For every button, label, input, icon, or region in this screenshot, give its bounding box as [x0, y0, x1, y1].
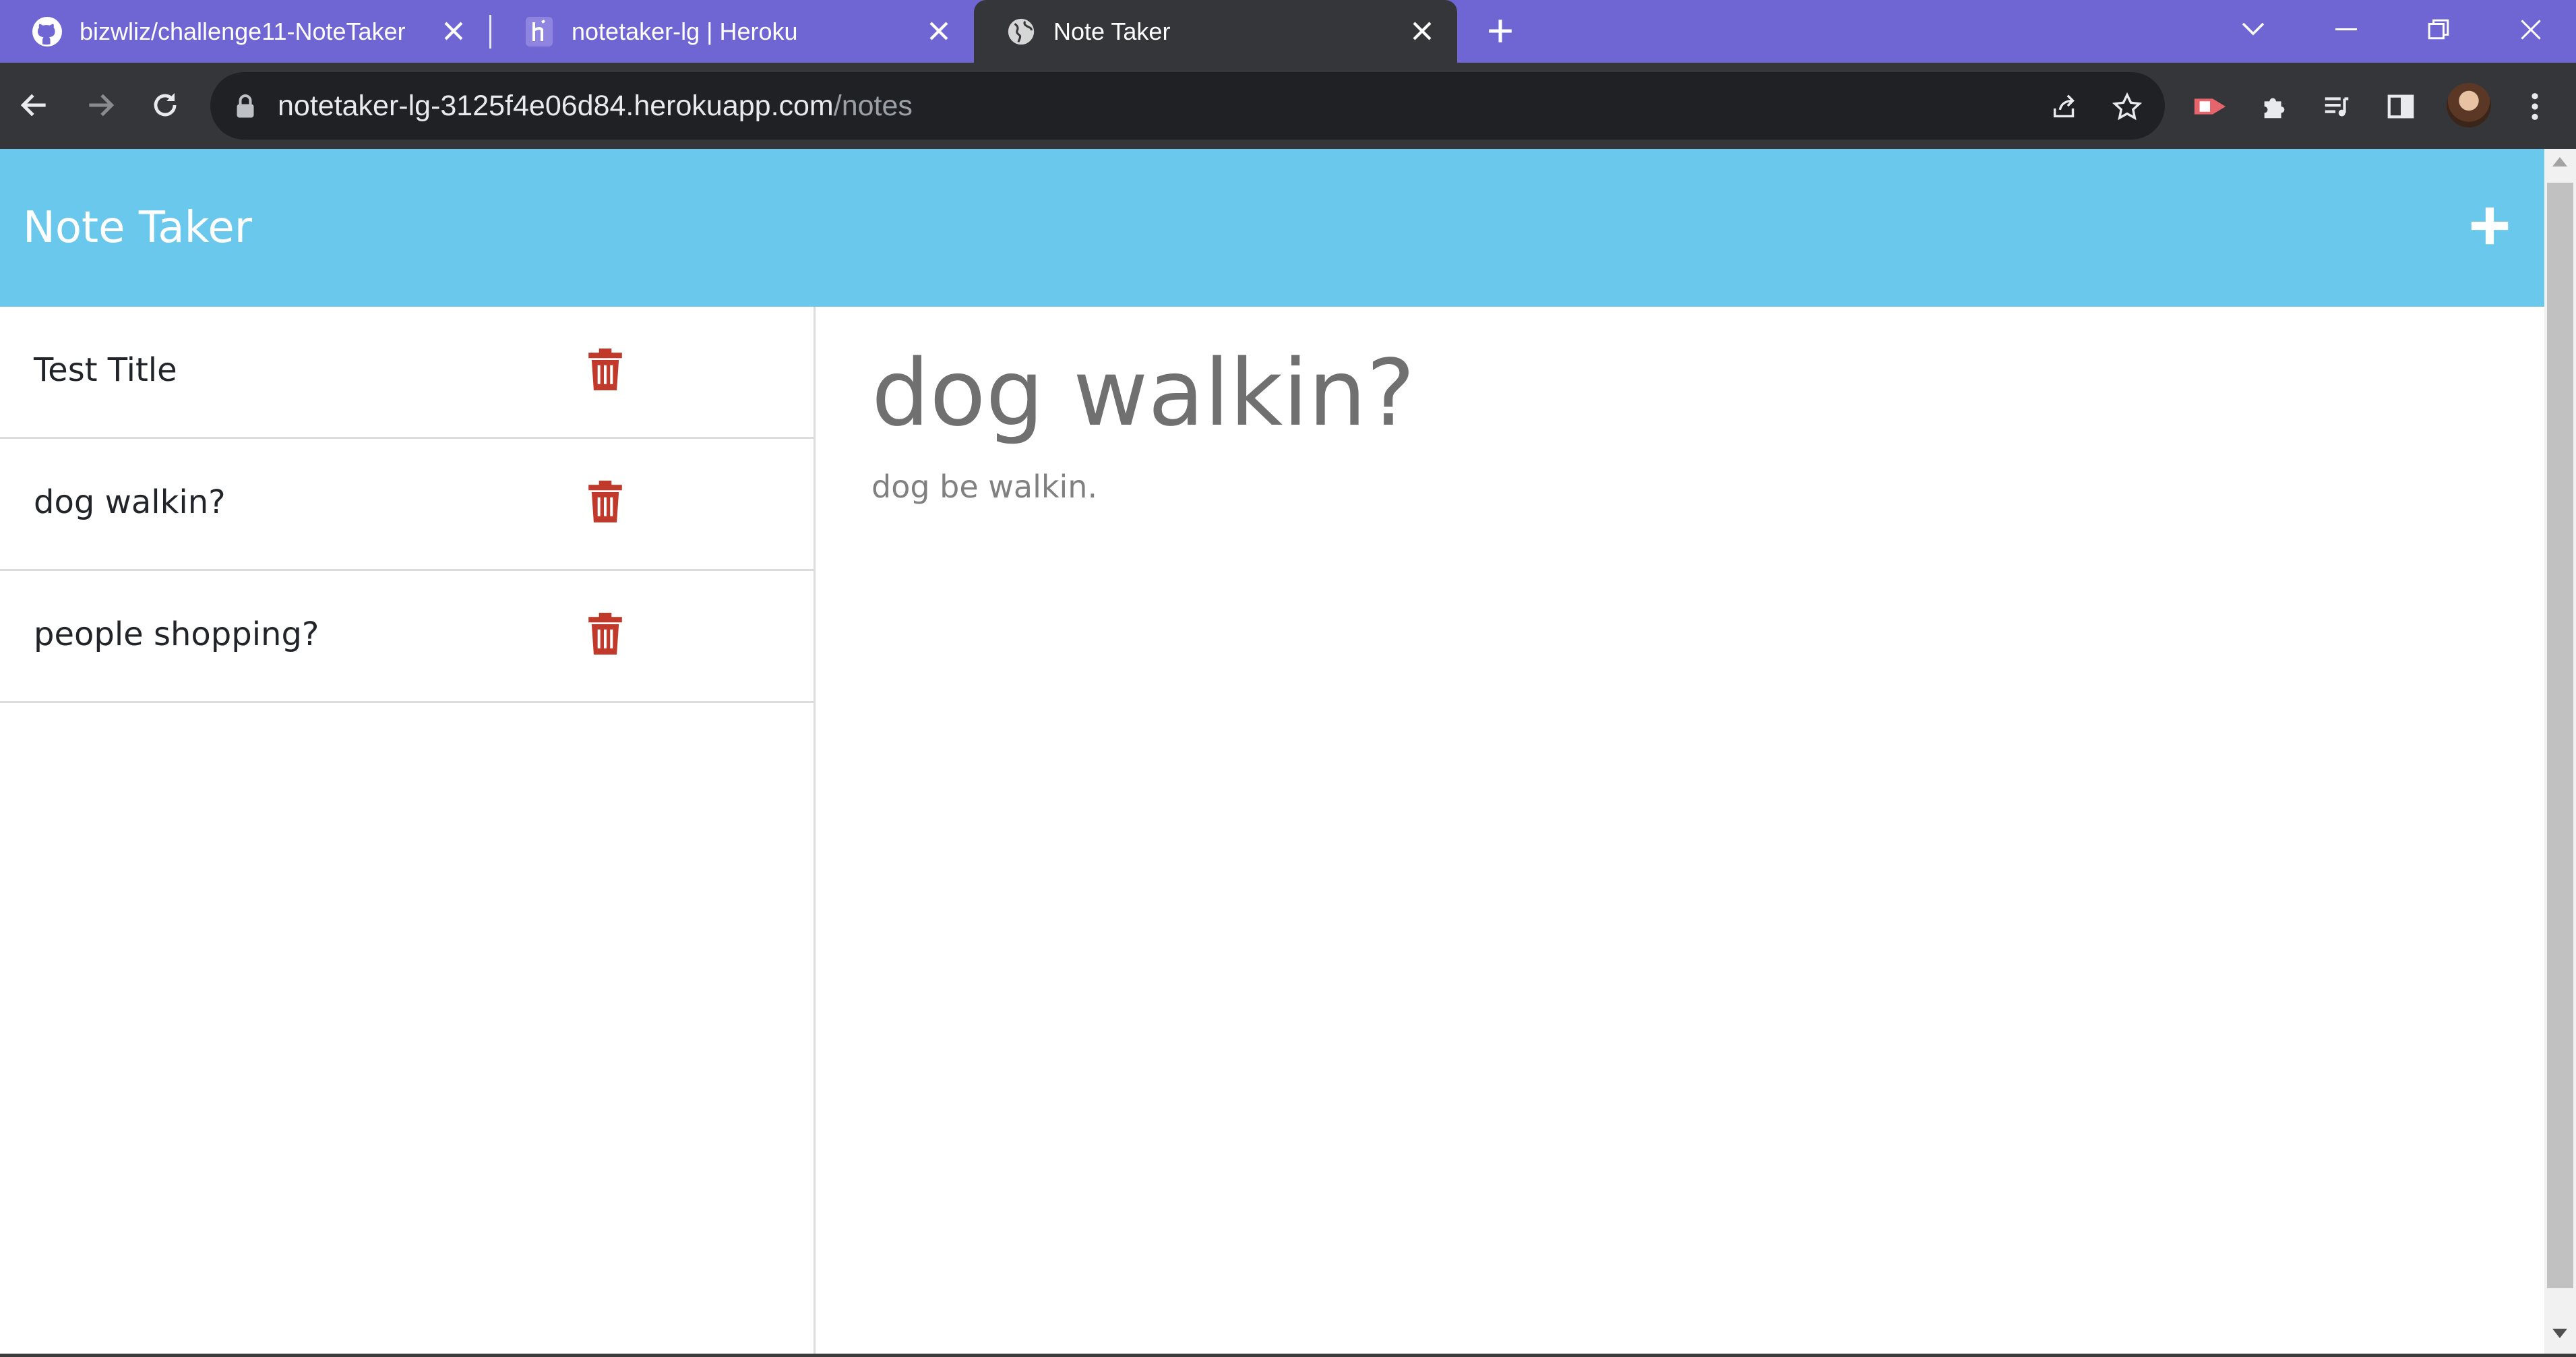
close-window-icon[interactable]: [2507, 8, 2554, 51]
page: Note Taker Test Title dog walkin? people…: [0, 149, 2544, 1354]
url-host: notetaker-lg-3125f4e06d84.herokuapp.com: [278, 90, 834, 122]
more-menu-icon[interactable]: [2517, 88, 2553, 125]
note-title-field[interactable]: dog walkin?: [871, 340, 1415, 447]
extensions-puzzle-icon[interactable]: [2257, 88, 2293, 125]
tab-github[interactable]: bizwliz/challenge11-NoteTaker: [0, 0, 489, 63]
trash-icon[interactable]: [586, 349, 624, 390]
lock-icon: [237, 94, 254, 118]
reload-icon[interactable]: [143, 83, 187, 127]
note-list-item[interactable]: people shopping?: [0, 571, 814, 703]
globe-icon: [1004, 14, 1039, 49]
back-icon[interactable]: [12, 83, 57, 127]
window-bottom-edge: [0, 1354, 2576, 1357]
share-icon[interactable]: [2049, 91, 2081, 123]
scroll-thumb[interactable]: [2547, 183, 2573, 1288]
tab-divider: [489, 15, 491, 49]
note-list-item[interactable]: Test Title: [0, 307, 814, 439]
plus-icon[interactable]: [2467, 203, 2513, 249]
trash-icon[interactable]: [586, 481, 624, 522]
trash-icon[interactable]: [586, 613, 624, 655]
note-text-field[interactable]: dog be walkin.: [871, 469, 1097, 505]
browser-toolbar: notetaker-lg-3125f4e06d84.herokuapp.com/…: [0, 63, 2576, 149]
brand-title[interactable]: Note Taker: [23, 203, 252, 253]
close-icon[interactable]: [924, 16, 954, 46]
note-title[interactable]: Test Title: [34, 351, 177, 389]
url-path: /notes: [833, 90, 913, 122]
bookmark-star-icon[interactable]: [2111, 91, 2143, 123]
note-list: Test Title dog walkin? people shopping?: [0, 307, 816, 1354]
close-icon[interactable]: [1407, 16, 1437, 46]
profile-avatar[interactable]: [2447, 83, 2491, 127]
tab-search-chevron-icon[interactable]: [2230, 8, 2277, 51]
tab-title: bizwliz/challenge11-NoteTaker: [80, 17, 406, 45]
heroku-icon: [522, 14, 557, 49]
page-scrollbar[interactable]: [2544, 149, 2576, 1354]
address-bar[interactable]: notetaker-lg-3125f4e06d84.herokuapp.com/…: [210, 72, 2165, 140]
tab-title: Note Taker: [1053, 17, 1171, 45]
record-extension-icon[interactable]: [2192, 88, 2228, 125]
side-panel-icon[interactable]: [2383, 88, 2419, 125]
browser-tab-strip: bizwliz/challenge11-NoteTaker notetaker-…: [0, 0, 2576, 63]
restore-icon[interactable]: [2415, 8, 2462, 51]
new-tab-button[interactable]: [1481, 12, 1519, 50]
forward-icon[interactable]: [78, 83, 123, 127]
tab-title: notetaker-lg | Heroku: [572, 17, 798, 45]
note-editor: dog walkin? dog be walkin.: [818, 307, 2544, 1354]
minimize-icon[interactable]: [2323, 8, 2370, 51]
note-title[interactable]: people shopping?: [34, 615, 319, 653]
note-list-item[interactable]: dog walkin?: [0, 439, 814, 571]
close-icon[interactable]: [439, 16, 468, 46]
scroll-up-arrow-icon[interactable]: [2552, 157, 2567, 167]
tab-heroku[interactable]: notetaker-lg | Heroku: [492, 0, 974, 63]
github-icon: [30, 14, 65, 49]
scroll-down-arrow-icon[interactable]: [2552, 1329, 2567, 1338]
media-playlist-icon[interactable]: [2319, 88, 2355, 125]
app-header: Note Taker: [0, 149, 2544, 307]
note-title[interactable]: dog walkin?: [34, 483, 226, 521]
tab-note-taker[interactable]: Note Taker: [974, 0, 1457, 63]
url-text: notetaker-lg-3125f4e06d84.herokuapp.com/…: [278, 90, 913, 123]
